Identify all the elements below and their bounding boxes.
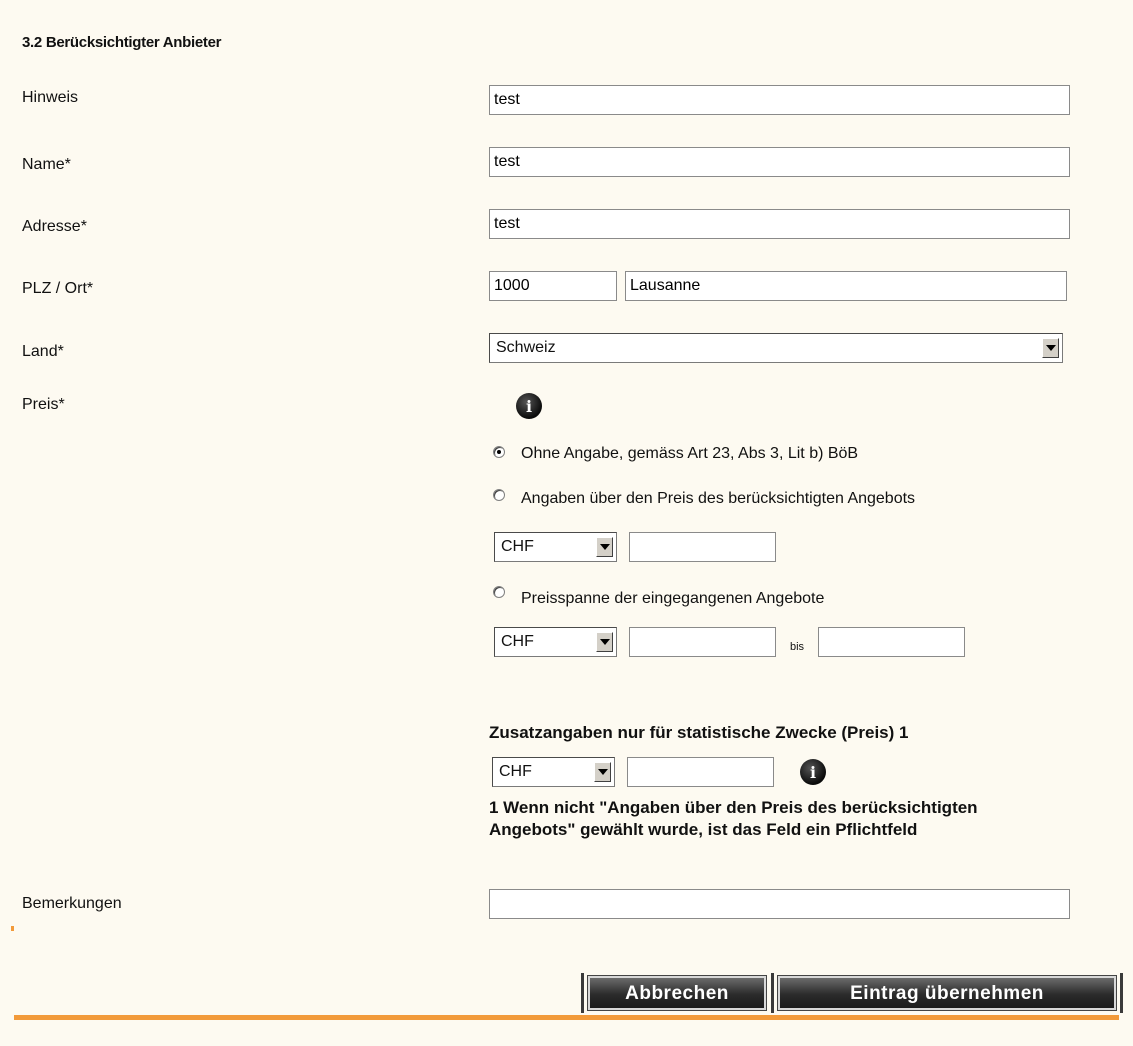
radio-angaben-preis[interactable] bbox=[493, 489, 505, 501]
statistics-note: 1 Wenn nicht "Angaben über den Preis des… bbox=[489, 798, 978, 839]
ort-input[interactable] bbox=[625, 271, 1067, 301]
range-separator: bis bbox=[790, 641, 805, 653]
land-label: Land* bbox=[22, 343, 64, 360]
adresse-label: Adresse* bbox=[22, 218, 87, 235]
chevron-down-icon[interactable] bbox=[596, 537, 613, 557]
submit-button[interactable]: Eintrag übernehmen bbox=[777, 975, 1117, 1011]
info-icon[interactable]: i bbox=[516, 393, 542, 419]
radio-preisspanne[interactable] bbox=[493, 586, 505, 598]
chevron-down-icon[interactable] bbox=[1042, 338, 1059, 358]
price-currency-select[interactable]: CHF bbox=[494, 532, 617, 562]
radio-angaben-preis-label: Angaben über den Preis des berücksichtig… bbox=[521, 490, 916, 507]
range-from-input[interactable] bbox=[629, 627, 776, 657]
stat-amount-input[interactable] bbox=[627, 757, 774, 787]
chevron-down-icon[interactable] bbox=[596, 632, 613, 652]
name-input[interactable] bbox=[489, 147, 1070, 177]
button-border bbox=[581, 973, 584, 1013]
name-label: Name* bbox=[22, 156, 71, 173]
button-border bbox=[1120, 973, 1123, 1013]
section-title: 3.2 Berücksichtigter Anbieter bbox=[22, 34, 222, 51]
bemerkungen-input[interactable] bbox=[489, 889, 1070, 919]
info-icon[interactable]: i bbox=[800, 759, 826, 785]
chevron-down-icon[interactable] bbox=[594, 762, 611, 782]
footer-divider bbox=[14, 1015, 1119, 1020]
radio-ohne-angabe[interactable] bbox=[493, 446, 505, 458]
radio-preisspanne-label: Preisspanne der eingegangenen Angebote bbox=[521, 590, 825, 607]
hinweis-input[interactable] bbox=[489, 85, 1070, 115]
preis-label: Preis* bbox=[22, 396, 65, 413]
plz-ort-label: PLZ / Ort* bbox=[22, 280, 94, 297]
statistics-heading: Zusatzangaben nur für statistische Zweck… bbox=[489, 723, 909, 742]
radio-ohne-angabe-label: Ohne Angabe, gemäss Art 23, Abs 3, Lit b… bbox=[521, 445, 859, 462]
adresse-input[interactable] bbox=[489, 209, 1070, 239]
range-currency-value: CHF bbox=[501, 633, 534, 650]
price-amount-input[interactable] bbox=[629, 532, 776, 562]
plz-input[interactable] bbox=[489, 271, 617, 301]
bemerkungen-label: Bemerkungen bbox=[22, 895, 122, 912]
range-to-input[interactable] bbox=[818, 627, 965, 657]
button-border bbox=[771, 973, 774, 1013]
stat-currency-value: CHF bbox=[499, 763, 532, 780]
cancel-button[interactable]: Abbrechen bbox=[587, 975, 767, 1011]
range-currency-select[interactable]: CHF bbox=[494, 627, 617, 657]
price-currency-value: CHF bbox=[501, 538, 534, 555]
stat-currency-select[interactable]: CHF bbox=[492, 757, 615, 787]
land-select[interactable]: Schweiz bbox=[489, 333, 1063, 363]
hinweis-label: Hinweis bbox=[22, 89, 79, 106]
accent-marker bbox=[11, 926, 14, 931]
land-select-value: Schweiz bbox=[496, 339, 556, 356]
